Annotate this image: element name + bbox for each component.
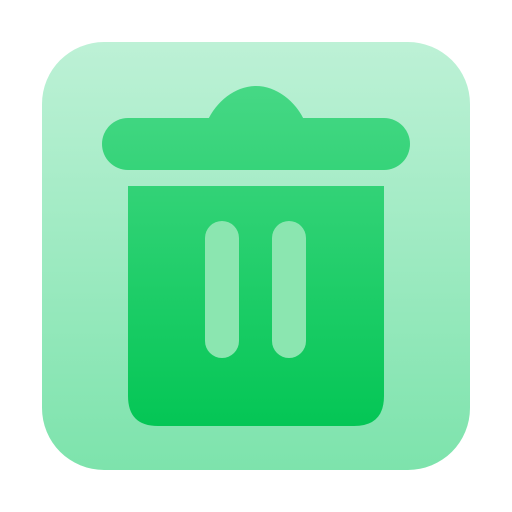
trash-slot-left: [205, 221, 239, 358]
trash-bin-body: [128, 186, 384, 426]
trash-slot-right: [272, 221, 306, 358]
trash-lid: [102, 118, 410, 170]
trash-app-icon[interactable]: [0, 0, 512, 512]
icon-stage: [0, 0, 512, 512]
